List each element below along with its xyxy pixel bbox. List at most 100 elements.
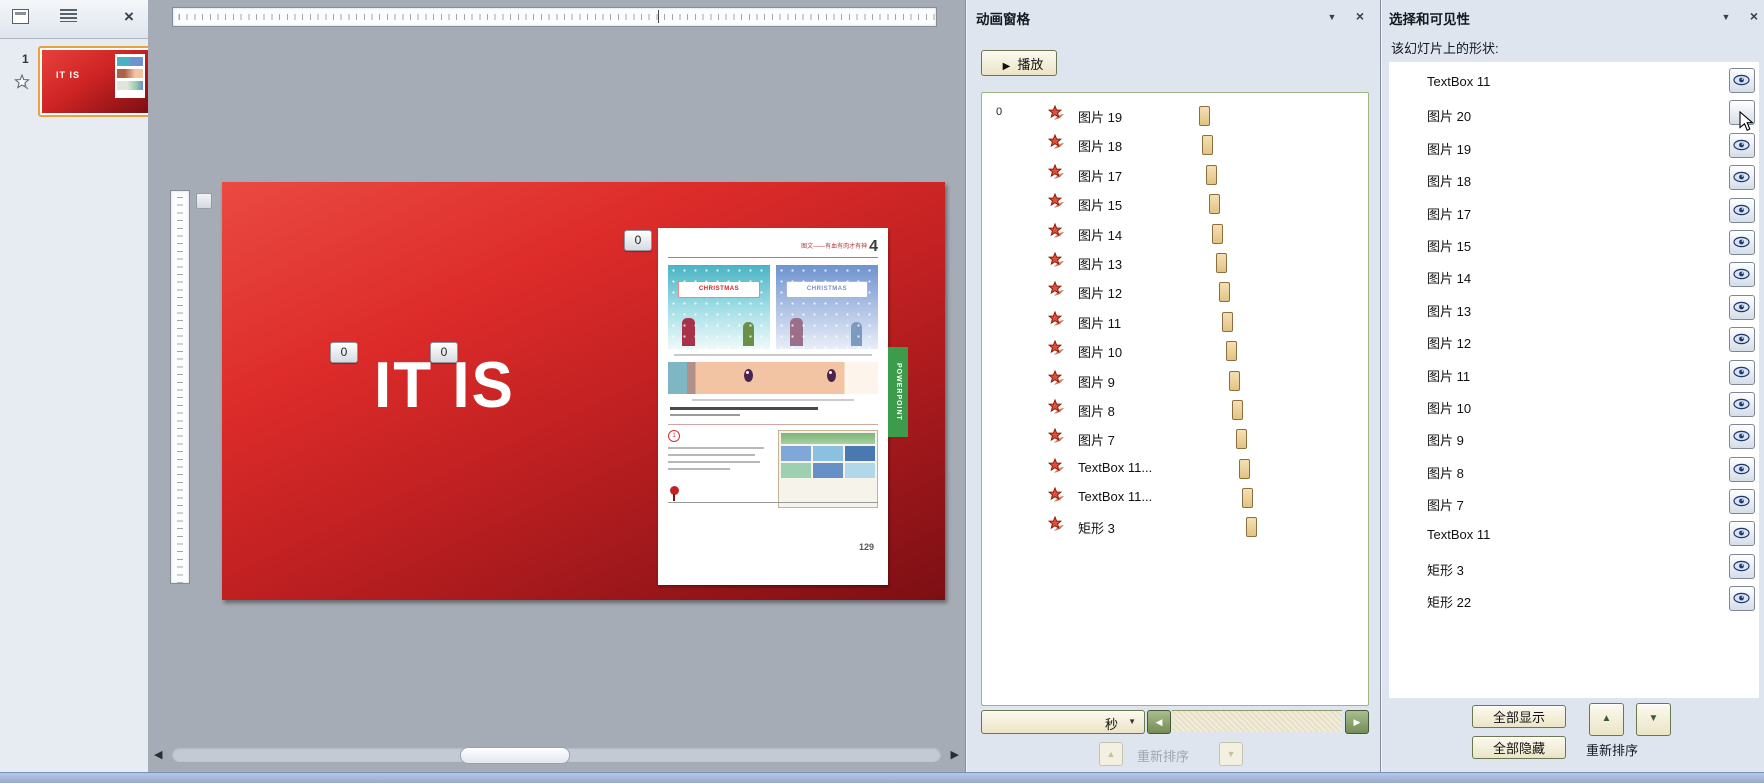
animation-item-row[interactable]: TextBox 11... xyxy=(982,454,1368,483)
timing-bar[interactable] xyxy=(1202,135,1213,155)
shape-row[interactable]: 图片 15 xyxy=(1389,228,1759,260)
scroll-left-icon[interactable]: ◀ xyxy=(154,748,162,761)
show-all-button[interactable]: 全部显示 xyxy=(1472,705,1566,728)
timeline-scale[interactable] xyxy=(1172,710,1342,732)
visibility-toggle-button[interactable] xyxy=(1729,198,1755,223)
timeline-scroll-left-button[interactable]: ◀ xyxy=(1147,710,1171,734)
entrance-animation-star-icon xyxy=(1048,311,1066,334)
timing-bar[interactable] xyxy=(1236,429,1247,449)
visibility-toggle-button[interactable] xyxy=(1729,457,1755,482)
pane-menu-chevron-icon[interactable]: ▼ xyxy=(1324,8,1340,24)
visibility-toggle-button[interactable] xyxy=(1729,262,1755,287)
shape-row[interactable]: 图片 8 xyxy=(1389,455,1759,487)
animation-item-row[interactable]: 图片 8 xyxy=(982,395,1368,424)
visibility-toggle-button[interactable] xyxy=(1729,392,1755,417)
animation-item-row[interactable]: 0 图片 19 xyxy=(982,101,1368,130)
visibility-toggle-button[interactable] xyxy=(1729,165,1755,190)
animation-item-row[interactable]: 图片 10 xyxy=(982,336,1368,365)
thumbnail-title-text: IT IS xyxy=(56,70,80,80)
reorder-up-button[interactable]: ▲ xyxy=(1099,742,1123,766)
animation-item-row[interactable]: 图片 12 xyxy=(982,277,1368,306)
shape-name: 图片 10 xyxy=(1427,398,1471,417)
slide-thumbnail[interactable]: IT IS xyxy=(38,46,152,117)
shape-row[interactable]: 图片 10 xyxy=(1389,390,1759,422)
animation-item-row[interactable]: 图片 14 xyxy=(982,219,1368,248)
animation-item-row[interactable]: 图片 7 xyxy=(982,424,1368,453)
timing-bar[interactable] xyxy=(1239,459,1250,479)
pane-close-icon[interactable]: × xyxy=(1352,8,1368,24)
horizontal-ruler[interactable] xyxy=(172,7,937,27)
visibility-toggle-button[interactable] xyxy=(1729,554,1755,579)
timeline-scroll-right-button[interactable]: ▶ xyxy=(1345,710,1369,734)
timing-bar[interactable] xyxy=(1242,488,1253,508)
animation-list[interactable]: 0 图片 19 图片 18 xyxy=(981,92,1369,706)
animation-item-row[interactable]: 矩形 3 xyxy=(982,512,1368,541)
timing-bar[interactable] xyxy=(1206,165,1217,185)
shape-row[interactable]: 图片 18 xyxy=(1389,163,1759,195)
close-icon[interactable]: × xyxy=(116,4,142,30)
shape-row[interactable]: TextBox 11 xyxy=(1389,66,1759,98)
magazine-page-image[interactable]: 图文——有血有肉才有神4 CHRISTMAS CHRISTMAS xyxy=(658,228,888,585)
animation-item-row[interactable]: 图片 17 xyxy=(982,160,1368,189)
shape-row[interactable]: 图片 19 xyxy=(1389,131,1759,163)
pane-menu-chevron-icon[interactable]: ▼ xyxy=(1718,8,1734,24)
shape-row[interactable]: TextBox 11 xyxy=(1389,519,1759,551)
timing-bar[interactable] xyxy=(1246,517,1257,537)
visibility-toggle-button[interactable] xyxy=(1729,360,1755,385)
timing-bar[interactable] xyxy=(1209,194,1220,214)
shape-row[interactable]: 图片 20 xyxy=(1389,98,1759,130)
animation-item-row[interactable]: 图片 18 xyxy=(982,130,1368,159)
timing-bar[interactable] xyxy=(1229,371,1240,391)
timing-bar[interactable] xyxy=(1212,224,1223,244)
shape-row[interactable]: 图片 17 xyxy=(1389,196,1759,228)
slide-canvas[interactable]: IT IS 0 0 0 图文——有血有肉才有神4 CHRISTMAS CHRIS… xyxy=(222,182,945,600)
outline-tab-icon[interactable] xyxy=(60,9,77,22)
reorder-up-button[interactable]: ▲ xyxy=(1589,703,1624,736)
visibility-toggle-button[interactable] xyxy=(1729,424,1755,449)
shape-row[interactable]: 图片 12 xyxy=(1389,325,1759,357)
shape-row[interactable]: 图片 11 xyxy=(1389,358,1759,390)
visibility-toggle-button[interactable] xyxy=(1729,230,1755,255)
visibility-toggle-button[interactable] xyxy=(1729,295,1755,320)
animation-order-badge[interactable]: 0 xyxy=(330,342,358,363)
vertical-ruler[interactable] xyxy=(170,190,190,584)
timing-bar[interactable] xyxy=(1222,312,1233,332)
animation-order-badge[interactable]: 0 xyxy=(430,342,458,363)
slides-tab-icon[interactable] xyxy=(12,9,29,24)
reorder-down-button[interactable]: ▼ xyxy=(1219,742,1243,766)
shape-row[interactable]: 图片 13 xyxy=(1389,293,1759,325)
shape-row[interactable]: 矩形 22 xyxy=(1389,584,1759,616)
visibility-toggle-button[interactable] xyxy=(1729,327,1755,352)
animation-item-row[interactable]: 图片 13 xyxy=(982,248,1368,277)
scroll-right-icon[interactable]: ▶ xyxy=(951,748,959,761)
shapes-list[interactable]: TextBox 11 图片 20 xyxy=(1389,62,1759,698)
timing-bar[interactable] xyxy=(1219,282,1230,302)
shape-row[interactable]: 矩形 3 xyxy=(1389,552,1759,584)
visibility-toggle-button[interactable] xyxy=(1729,489,1755,514)
visibility-toggle-button[interactable] xyxy=(1729,68,1755,93)
animation-item-row[interactable]: 图片 9 xyxy=(982,366,1368,395)
shape-row[interactable]: 图片 7 xyxy=(1389,487,1759,519)
timing-bar[interactable] xyxy=(1226,341,1237,361)
animation-item-row[interactable]: TextBox 11... xyxy=(982,483,1368,512)
animation-item-row[interactable]: 图片 15 xyxy=(982,189,1368,218)
visibility-toggle-button[interactable] xyxy=(1729,521,1755,546)
animation-item-label: 图片 8 xyxy=(1078,401,1115,420)
play-button[interactable]: ▶播放 xyxy=(981,50,1057,76)
horizontal-scrollbar[interactable]: ◀ ▶ xyxy=(150,746,963,764)
animation-order-badge[interactable]: 0 xyxy=(624,230,652,251)
timing-bar[interactable] xyxy=(1232,400,1243,420)
reorder-down-button[interactable]: ▼ xyxy=(1636,703,1671,736)
animation-item-row[interactable]: 图片 11 xyxy=(982,307,1368,336)
eye-icon xyxy=(1733,366,1750,378)
shape-row[interactable]: 图片 14 xyxy=(1389,260,1759,292)
pane-close-icon[interactable]: × xyxy=(1746,8,1762,24)
shape-row[interactable]: 图片 9 xyxy=(1389,422,1759,454)
hide-all-button[interactable]: 全部隐藏 xyxy=(1472,736,1566,759)
timing-bar[interactable] xyxy=(1216,253,1227,273)
visibility-toggle-button[interactable] xyxy=(1729,586,1755,611)
scrollbar-thumb[interactable] xyxy=(460,747,570,764)
timing-bar[interactable] xyxy=(1199,106,1210,126)
animation-item-label: 图片 19 xyxy=(1078,107,1122,126)
time-unit-dropdown[interactable]: 秒 ▼ xyxy=(981,710,1145,734)
